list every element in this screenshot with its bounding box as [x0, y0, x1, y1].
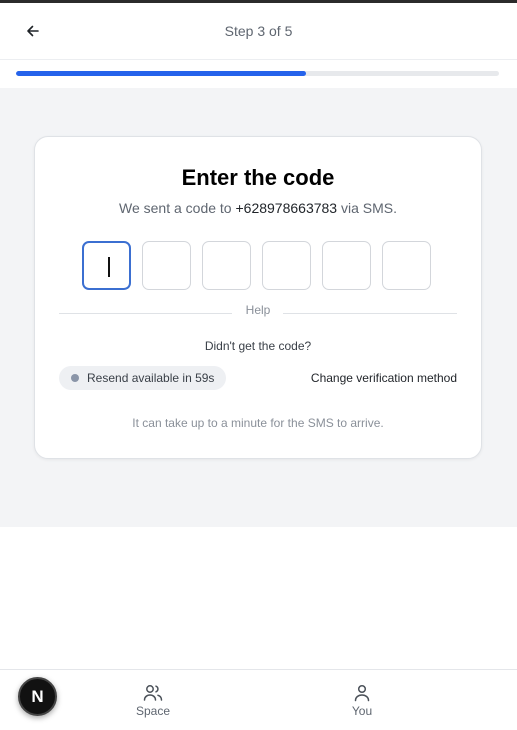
verification-card: Enter the code We sent a code to +628978…: [34, 136, 482, 459]
header: Step 3 of 5: [0, 3, 517, 60]
progress-bar: [16, 71, 499, 76]
phone-number: +628978663783: [235, 200, 338, 216]
users-icon: [143, 685, 163, 701]
step-indicator: Step 3 of 5: [224, 23, 293, 39]
sms-delay-note: It can take up to a minute for the SMS t…: [132, 416, 384, 430]
code-digit-input-2[interactable]: [142, 241, 191, 290]
divider-right: [283, 313, 457, 314]
didnt-get-code-text: Didn't get the code?: [204, 339, 312, 353]
code-sent-prefix: We sent a code to: [119, 200, 236, 216]
change-verification-method-link[interactable]: Change verification method: [311, 371, 457, 385]
code-digit-input-6[interactable]: [382, 241, 431, 290]
help-label: Help: [245, 303, 271, 317]
avatar[interactable]: N: [18, 677, 57, 716]
code-digit-input-3[interactable]: [202, 241, 251, 290]
code-digit-input-5[interactable]: [322, 241, 371, 290]
code-input-group: [82, 241, 431, 290]
code-digit-input-1[interactable]: [82, 241, 131, 290]
page-title: Enter the code: [181, 165, 335, 190]
code-sent-message: We sent a code to +628978663783 via SMS.: [35, 200, 481, 216]
nav-item-you[interactable]: You: [322, 684, 402, 718]
progress-bar-fill: [16, 71, 306, 76]
text-caret: [108, 257, 110, 277]
nav-label-you: You: [351, 704, 373, 718]
code-sent-suffix: via SMS.: [337, 200, 397, 216]
resend-countdown-text: Resend available in 59s: [87, 371, 215, 385]
bottom-nav: Space You: [0, 669, 517, 730]
nav-label-space: Space: [135, 704, 171, 718]
user-icon: [354, 684, 370, 702]
code-digit-input-4[interactable]: [262, 241, 311, 290]
resend-status-badge: Resend available in 59s: [59, 366, 227, 390]
nav-item-space[interactable]: Space: [113, 684, 193, 718]
progress-section: [0, 60, 517, 88]
status-dot-icon: [71, 374, 79, 382]
avatar-letter: N: [31, 686, 44, 706]
